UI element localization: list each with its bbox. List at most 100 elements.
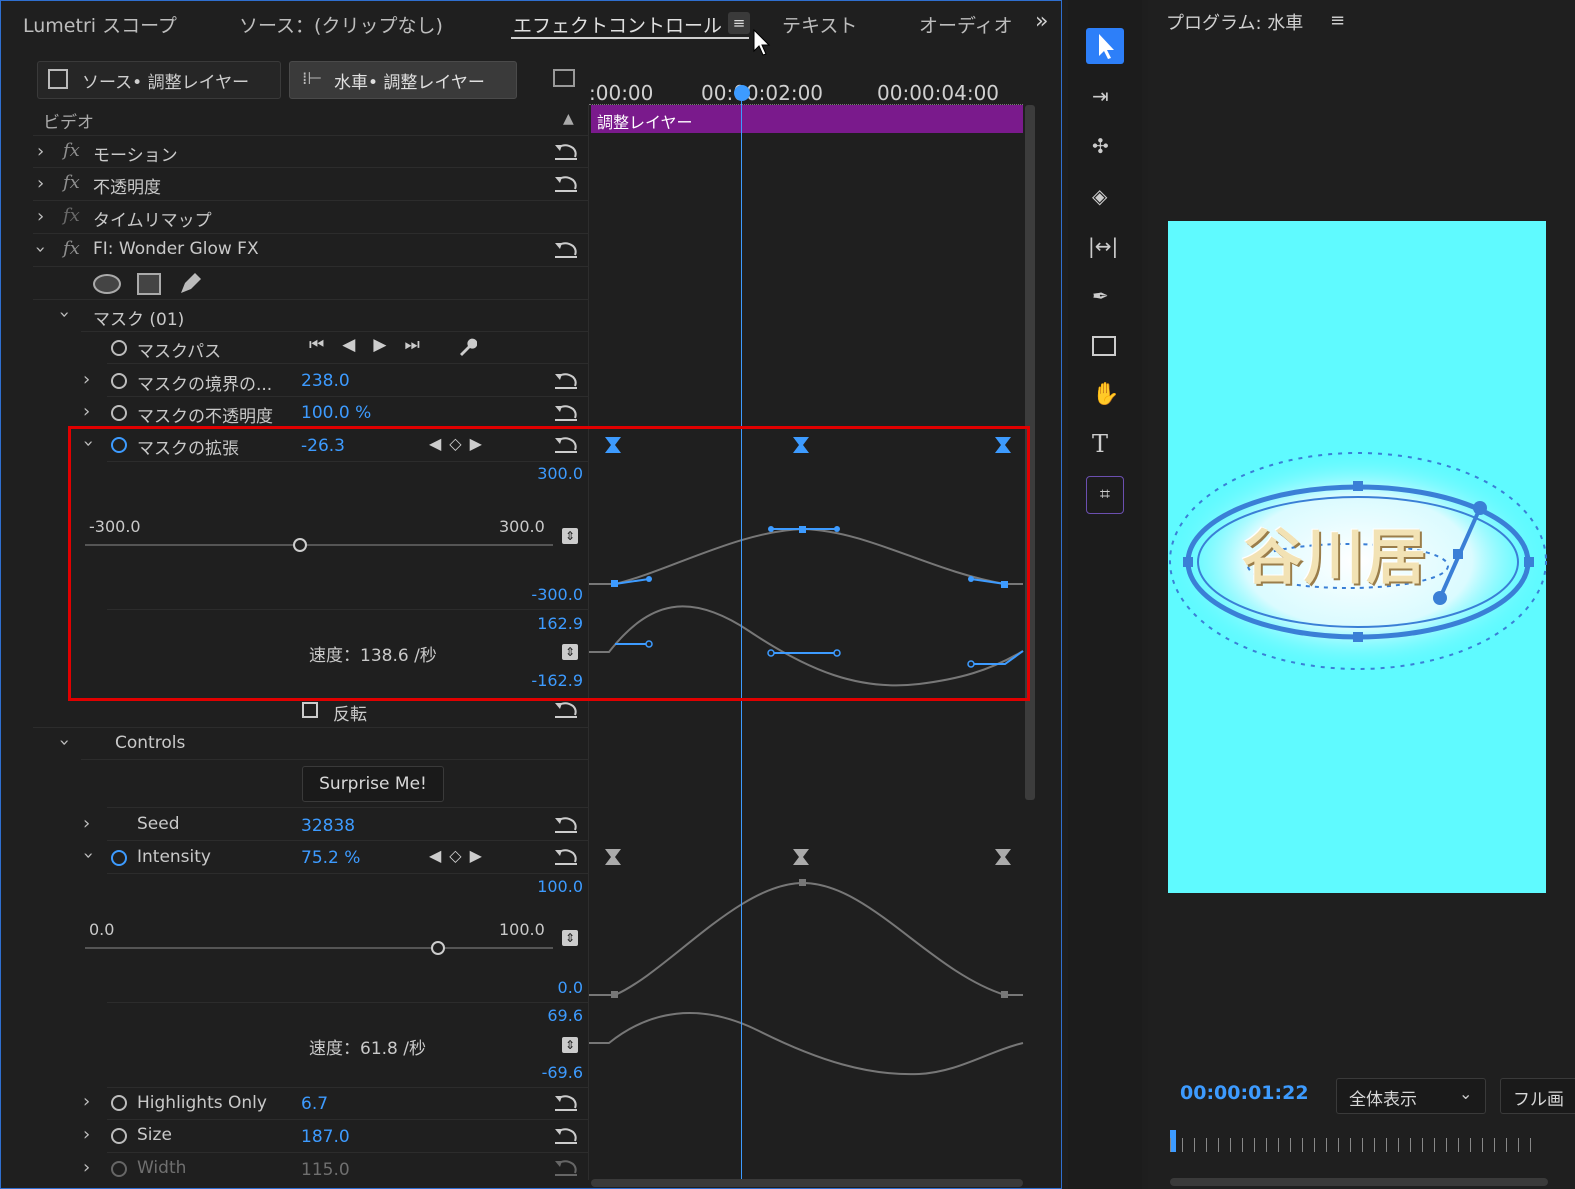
- stopwatch-icon[interactable]: [111, 340, 127, 356]
- controls-title[interactable]: Controls: [115, 733, 185, 753]
- zoom-select[interactable]: 全体表示 ⌄: [1336, 1078, 1486, 1114]
- program-zoom-scrollbar[interactable]: [1170, 1178, 1548, 1186]
- reset-icon[interactable]: [553, 701, 579, 719]
- effect-wonder-glow[interactable]: FI: Wonder Glow FX: [93, 239, 259, 259]
- velocity-readout: 速度：61.8 /秒: [309, 1039, 426, 1059]
- reset-icon[interactable]: [553, 1127, 579, 1145]
- resolution-select-value: フル画: [1513, 1090, 1564, 1110]
- ripple-edit-tool-icon[interactable]: ✣: [1092, 134, 1109, 158]
- expand-icon[interactable]: ›: [37, 206, 44, 227]
- more-tabs-icon[interactable]: »: [1035, 9, 1048, 34]
- resolution-select[interactable]: フル画: [1500, 1078, 1575, 1114]
- expand-icon[interactable]: ›: [37, 141, 44, 162]
- expand-icon[interactable]: ›: [83, 1124, 90, 1145]
- divider: [107, 807, 589, 808]
- reset-icon[interactable]: [553, 143, 579, 161]
- expand-icon[interactable]: ›: [83, 1091, 90, 1112]
- sequence-clip-tab[interactable]: ⁞⊢ 水車• 調整レイヤー: [289, 61, 517, 99]
- divider: [33, 266, 589, 267]
- rectangle-tool-icon[interactable]: [1092, 336, 1116, 356]
- intensity-value[interactable]: 75.2 %: [301, 848, 360, 868]
- seed-value[interactable]: 32838: [301, 816, 355, 836]
- clip-bar[interactable]: 調整レイヤー: [591, 105, 1023, 133]
- mask-tracking-controls[interactable]: ⏮◀▶⏭: [309, 335, 438, 355]
- expand-icon[interactable]: ›: [83, 1157, 90, 1178]
- keyframe-navigator[interactable]: ◀◇▶: [429, 846, 490, 865]
- panel-menu-icon[interactable]: ≡: [1330, 10, 1345, 31]
- collapse-icon[interactable]: ›: [30, 246, 51, 253]
- surprise-me-button[interactable]: Surprise Me!: [302, 766, 444, 802]
- expand-icon[interactable]: ›: [37, 173, 44, 194]
- toggle-timeline-icon[interactable]: [553, 69, 575, 87]
- reset-icon[interactable]: [553, 372, 579, 390]
- value-slider-handle[interactable]: [431, 941, 445, 955]
- stopwatch-icon[interactable]: [111, 850, 127, 866]
- pen-tool-icon[interactable]: ✒: [1092, 284, 1109, 308]
- effect-motion[interactable]: モーション: [93, 141, 178, 166]
- fx-icon[interactable]: fx: [63, 140, 80, 161]
- effect-time-remap[interactable]: タイムリマップ: [93, 206, 212, 231]
- size-value[interactable]: 187.0: [301, 1127, 350, 1147]
- mini-timeline-ruler[interactable]: [1170, 1138, 1540, 1152]
- stopwatch-icon[interactable]: [111, 1128, 127, 1144]
- tab-lumetri-scopes[interactable]: Lumetri スコープ: [23, 11, 177, 38]
- selection-tool-icon[interactable]: [1086, 28, 1124, 64]
- fx-icon[interactable]: fx: [63, 238, 80, 259]
- hand-tool-icon[interactable]: ✋: [1092, 382, 1119, 407]
- type-tool-icon[interactable]: T: [1092, 430, 1108, 458]
- stopwatch-icon[interactable]: [111, 373, 127, 389]
- fx-icon: fx: [63, 205, 80, 226]
- tab-source[interactable]: ソース：(クリップなし): [239, 11, 443, 38]
- stopwatch-icon[interactable]: [111, 1095, 127, 1111]
- mask-feather-value[interactable]: 238.0: [301, 371, 350, 391]
- fx-icon[interactable]: fx: [63, 172, 80, 193]
- intensity-label: Intensity: [137, 847, 211, 867]
- collapse-icon[interactable]: ▲: [563, 111, 574, 127]
- value-slider-track[interactable]: [85, 947, 553, 949]
- divider: [81, 331, 589, 332]
- timecode[interactable]: 00:00:01:22: [1180, 1082, 1309, 1104]
- pen-mask-icon[interactable]: [177, 271, 203, 297]
- tab-text[interactable]: テキスト: [782, 11, 857, 38]
- effect-opacity[interactable]: 不透明度: [93, 173, 161, 198]
- video-preview[interactable]: 谷川居: [1168, 221, 1548, 893]
- collapse-icon[interactable]: ›: [54, 311, 75, 318]
- panel-menu-icon[interactable]: ≡: [728, 12, 750, 34]
- caption-tool-icon[interactable]: ⌗: [1086, 476, 1124, 514]
- tab-effect-controls[interactable]: エフェクトコントロール: [513, 11, 722, 38]
- mask-title[interactable]: マスク (01): [93, 305, 184, 330]
- reset-icon[interactable]: [553, 848, 579, 866]
- reset-icon[interactable]: [553, 175, 579, 193]
- playhead-handle[interactable]: [734, 85, 750, 101]
- sequence-clip-label: 水車• 調整レイヤー: [334, 73, 485, 93]
- expand-icon[interactable]: ›: [83, 813, 90, 834]
- source-clip-tab[interactable]: ソース• 調整レイヤー: [37, 61, 281, 99]
- zoom-scrollbar[interactable]: [591, 1179, 1023, 1187]
- expand-icon[interactable]: ›: [83, 401, 90, 422]
- program-title[interactable]: プログラム: 水車: [1166, 9, 1303, 35]
- rectangle-mask-icon[interactable]: [137, 273, 161, 295]
- graph-scale-icon[interactable]: ⇕: [562, 930, 578, 946]
- reset-icon[interactable]: [553, 404, 579, 422]
- mask-opacity-value[interactable]: 100.0 %: [301, 403, 371, 423]
- wrench-icon[interactable]: [457, 337, 477, 357]
- razor-tool-icon[interactable]: ◈: [1092, 184, 1107, 208]
- keyframe-icon[interactable]: [605, 849, 1011, 865]
- ellipse-mask-icon[interactable]: [93, 274, 121, 294]
- invert-checkbox[interactable]: [302, 702, 318, 718]
- mask-opacity-label: マスクの不透明度: [137, 407, 273, 427]
- reset-icon[interactable]: [553, 241, 579, 259]
- reset-icon[interactable]: [553, 816, 579, 834]
- reset-icon[interactable]: [553, 1094, 579, 1112]
- graph-scale-icon[interactable]: ⇕: [562, 1037, 578, 1053]
- width-label: Width: [137, 1158, 187, 1178]
- chevron-down-icon: ⌄: [1459, 1084, 1473, 1103]
- collapse-icon[interactable]: ›: [54, 739, 75, 746]
- highlights-value[interactable]: 6.7: [301, 1094, 328, 1114]
- expand-icon[interactable]: ›: [83, 369, 90, 390]
- stopwatch-icon[interactable]: [111, 405, 127, 421]
- track-select-tool-icon[interactable]: ⇥: [1092, 84, 1109, 108]
- tab-audio[interactable]: オーディオ: [919, 11, 1029, 38]
- slip-tool-icon[interactable]: |↔|: [1088, 234, 1118, 258]
- collapse-icon[interactable]: ›: [78, 852, 99, 859]
